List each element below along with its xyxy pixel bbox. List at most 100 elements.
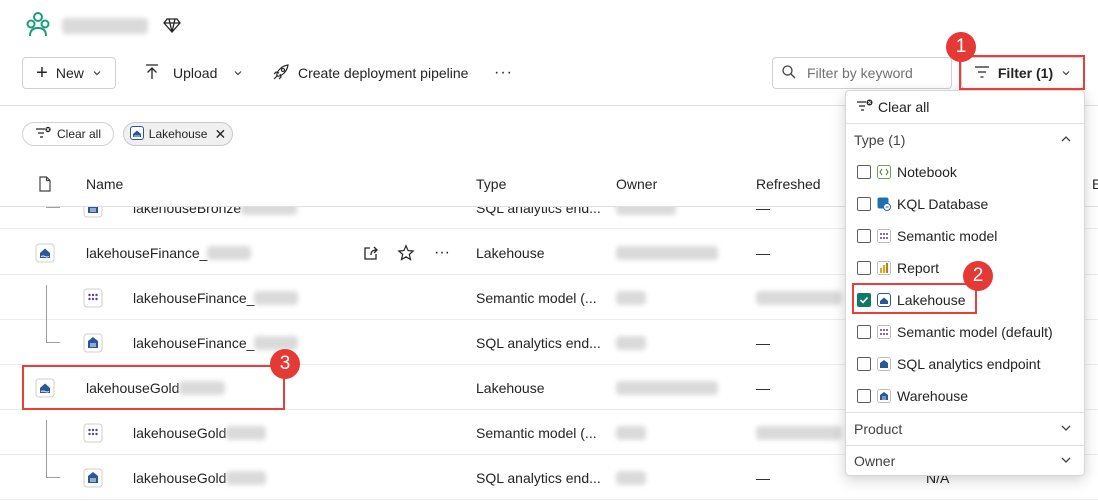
filter-option-notebook[interactable]: Notebook: [846, 156, 1084, 188]
type-section-header[interactable]: Type (1): [846, 124, 1084, 156]
sql-endpoint-icon: [877, 357, 891, 371]
item-name[interactable]: lakehouseFinance_: [86, 245, 207, 261]
owner-section-header[interactable]: Owner: [846, 445, 1084, 477]
item-name: lakehouseBronze: [133, 199, 242, 216]
checkbox[interactable]: [857, 229, 871, 243]
semantic-model-icon: [83, 275, 103, 320]
item-refreshed: —: [756, 379, 770, 396]
lakehouse-filter-chip[interactable]: Lakehouse ✕: [123, 122, 233, 146]
highlight-lakehouse-gold-row: [22, 365, 285, 410]
item-name[interactable]: lakehouseFinance_: [133, 290, 254, 306]
item-owner: [616, 365, 718, 410]
lakehouse-icon: [35, 230, 55, 275]
tree-connector: [46, 207, 60, 208]
checkbox[interactable]: [857, 389, 871, 403]
item-name[interactable]: lakehouseGold: [133, 470, 226, 486]
file-type-header-icon: [38, 176, 52, 195]
item-type: Semantic model (...: [476, 424, 597, 441]
step-badge-1: 1: [946, 32, 976, 62]
item-type: SQL analytics end...: [476, 334, 601, 351]
item-owner: [616, 230, 718, 275]
tree-connector: [46, 420, 47, 477]
item-owner: [616, 410, 646, 455]
product-section-header[interactable]: Product: [846, 413, 1084, 445]
filter-by-keyword-search[interactable]: [772, 57, 952, 89]
rocket-icon: [272, 63, 290, 84]
item-refreshed: —: [756, 469, 770, 486]
redacted-text: [254, 290, 299, 305]
create-deployment-pipeline-button[interactable]: Create deployment pipeline: [272, 57, 468, 89]
clear-filter-icon: [35, 126, 51, 143]
redacted-text: [226, 470, 267, 485]
redacted-text: [207, 245, 252, 260]
item-refreshed: —: [756, 334, 770, 351]
row-more-options-button[interactable]: ···: [434, 230, 450, 275]
search-icon: [781, 64, 797, 83]
search-input[interactable]: [805, 64, 945, 82]
column-header-name[interactable]: Name: [86, 176, 123, 192]
more-options-button[interactable]: ···: [494, 57, 513, 89]
item-type: Lakehouse: [476, 379, 545, 396]
checkbox[interactable]: [857, 197, 871, 211]
item-name[interactable]: lakehouseGold: [133, 425, 226, 441]
close-icon[interactable]: ✕: [214, 126, 226, 143]
step-badge-2: 2: [963, 261, 993, 291]
clear-filter-icon: [856, 99, 874, 116]
semantic-model-icon: [877, 229, 891, 243]
item-refreshed: [756, 410, 842, 455]
filter-option-kql-database[interactable]: KQL Database: [846, 188, 1084, 220]
item-owner: [616, 455, 646, 500]
redacted-text: [241, 207, 298, 215]
redacted-text: [226, 425, 267, 440]
tree-connector: [46, 342, 60, 343]
semantic-model-icon: [83, 410, 103, 455]
plus-icon: +: [36, 62, 48, 84]
tree-connector: [46, 477, 60, 478]
item-type: Semantic model (...: [476, 289, 597, 306]
filter-clear-all[interactable]: Clear all: [846, 91, 1084, 123]
sql-endpoint-icon: [83, 320, 103, 365]
chevron-down-icon: [1060, 453, 1072, 469]
notebook-icon: [877, 165, 891, 179]
column-header-type[interactable]: Type: [476, 176, 506, 192]
filter-option-warehouse[interactable]: Warehouse: [846, 380, 1084, 412]
checkbox[interactable]: [857, 325, 871, 339]
share-icon[interactable]: [362, 230, 380, 275]
chevron-down-icon: [233, 65, 243, 81]
checkbox[interactable]: [857, 261, 871, 275]
chevron-up-icon: [1060, 132, 1072, 148]
redacted-text: [254, 335, 299, 350]
filter-option-sql-analytics-endpoint[interactable]: SQL analytics endpoint: [846, 348, 1084, 380]
chevron-down-icon: [92, 65, 102, 81]
item-name[interactable]: lakehouseFinance_: [133, 335, 254, 351]
workspace-name: [62, 17, 148, 35]
new-button[interactable]: + New: [22, 57, 116, 89]
checkbox[interactable]: [857, 357, 871, 371]
clear-all-chip[interactable]: Clear all: [22, 122, 114, 146]
diamond-icon: [163, 16, 181, 34]
upload-icon: [143, 63, 161, 84]
lakehouse-icon: [129, 125, 144, 143]
item-owner: [616, 275, 646, 320]
filter-option-semantic-model[interactable]: Semantic model: [846, 220, 1084, 252]
checkbox[interactable]: [857, 165, 871, 179]
filter-option-semantic-model-default[interactable]: Semantic model (default): [846, 316, 1084, 348]
step-badge-3: 3: [270, 349, 300, 379]
item-type: Lakehouse: [476, 244, 545, 261]
report-icon: [877, 261, 891, 275]
kql-database-icon: [877, 197, 891, 211]
item-refreshed: [756, 275, 842, 320]
item-type: SQL analytics end...: [476, 469, 601, 486]
highlight-filter-button: [959, 55, 1085, 90]
semantic-model-icon: [877, 325, 891, 339]
column-header-extra[interactable]: E: [1092, 176, 1098, 192]
column-header-refreshed[interactable]: Refreshed: [756, 176, 821, 192]
warehouse-icon: [877, 389, 891, 403]
highlight-lakehouse-option: [852, 283, 977, 314]
sql-endpoint-icon: [83, 455, 103, 500]
favorite-star-icon[interactable]: [397, 230, 415, 275]
chevron-down-icon: [1060, 421, 1072, 437]
column-header-owner[interactable]: Owner: [616, 176, 657, 192]
tree-connector: [46, 285, 47, 342]
upload-button[interactable]: Upload: [143, 57, 243, 89]
